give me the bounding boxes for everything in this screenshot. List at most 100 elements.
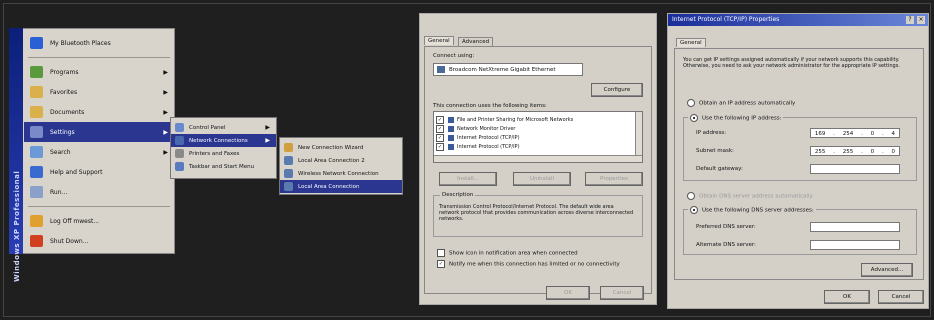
network-adapter-icon xyxy=(284,156,293,165)
component-item[interactable]: ✓ Network Monitor Driver xyxy=(436,124,640,133)
auto-dns-radio[interactable] xyxy=(687,192,695,200)
settings-menu-item[interactable]: Taskbar and Start Menu xyxy=(171,160,276,173)
ip-octet: 254 xyxy=(842,131,854,137)
preferred-dns-field[interactable] xyxy=(810,222,900,232)
auto-ip-option[interactable]: Obtain an IP address automatically xyxy=(687,99,795,107)
start-menu-item[interactable]: Shut Down... xyxy=(24,231,174,251)
properties-button[interactable]: Properties xyxy=(585,172,643,186)
submenu-arrow-icon: ▶ xyxy=(163,68,168,76)
start-menu-item[interactable]: My Bluetooth Places xyxy=(24,33,174,53)
auto-ip-label: Obtain an IP address automatically xyxy=(699,100,796,107)
tab-general[interactable]: General xyxy=(676,38,706,47)
network-adapter-icon xyxy=(284,182,293,191)
submenu-item-label: Taskbar and Start Menu xyxy=(189,163,255,170)
network-menu-item[interactable]: New Connection Wizard xyxy=(280,141,402,154)
search-icon xyxy=(30,146,43,158)
component-item[interactable]: ✓ Internet Protocol (TCP/IP) xyxy=(436,133,640,142)
show-icon-checkbox[interactable] xyxy=(437,249,445,257)
tab-general[interactable]: General xyxy=(424,36,454,45)
menu-separator xyxy=(28,206,170,207)
start-menu-item[interactable]: Programs ▶ xyxy=(24,62,174,82)
items-label: This connection uses the following items… xyxy=(433,103,547,109)
start-menu-item[interactable]: Settings ▶ xyxy=(24,122,174,142)
start-menu-item-label: Run... xyxy=(50,188,68,196)
favorites-folder-icon xyxy=(30,86,43,98)
start-menu-item-label: Shut Down... xyxy=(50,237,89,245)
settings-menu-item[interactable]: Control Panel ▶ xyxy=(171,121,276,134)
configure-button[interactable]: Configure xyxy=(591,83,643,97)
wireless-icon xyxy=(284,169,293,178)
connect-using-label: Connect using: xyxy=(433,53,475,59)
network-menu-item[interactable]: Local Area Connection xyxy=(280,180,402,193)
component-item[interactable]: ✓ Internet Protocol (TCP/IP) xyxy=(436,142,640,151)
tcpip-cancel-button[interactable]: Cancel xyxy=(878,290,924,304)
show-icon-label: Show icon in notification area when conn… xyxy=(449,250,578,257)
lan-cancel-button[interactable]: Cancel xyxy=(600,286,644,300)
ip-octet: 4 xyxy=(891,131,896,137)
auto-dns-option[interactable]: Obtain DNS server address automatically xyxy=(687,192,813,200)
start-menu-item[interactable]: Run... xyxy=(24,182,174,202)
notify-label: Notify me when this connection has limit… xyxy=(449,261,620,268)
start-menu: My Bluetooth Places Programs ▶ Favorites ▶ Do… xyxy=(9,28,175,254)
install-button[interactable]: Install... xyxy=(439,172,497,186)
tcpip-title: Internet Protocol (TCP/IP) Properties xyxy=(672,16,780,23)
settings-icon xyxy=(30,126,43,138)
component-item[interactable]: ✓ File and Printer Sharing for Microsoft … xyxy=(436,115,640,124)
components-h-scrollbar[interactable] xyxy=(434,155,642,162)
start-menu-item[interactable]: Favorites ▶ xyxy=(24,82,174,102)
components-scrollbar[interactable] xyxy=(635,112,642,156)
use-ip-option[interactable]: Use the following IP address: xyxy=(688,114,784,122)
submenu-item-label: Printers and Faxes xyxy=(189,150,240,157)
subnet-mask-field[interactable]: 255. 255. 0. 0 xyxy=(810,146,900,156)
adapter-field: Broadcom NetXtreme Gigabit Ethernet xyxy=(433,63,583,76)
component-checkbox[interactable]: ✓ xyxy=(436,133,444,142)
component-checkbox[interactable]: ✓ xyxy=(436,142,444,151)
submenu-arrow-icon: ▶ xyxy=(163,148,168,156)
submenu-item-label: Local Area Connection 2 xyxy=(298,157,365,164)
show-icon-option[interactable]: Show icon in notification area when conn… xyxy=(437,249,578,257)
tcpip-ok-button[interactable]: OK xyxy=(824,290,870,304)
use-dns-radio[interactable] xyxy=(690,206,698,214)
notify-checkbox[interactable]: ✓ xyxy=(437,260,445,268)
auto-ip-radio[interactable] xyxy=(687,99,695,107)
settings-menu-item[interactable]: Network Connections ▶ xyxy=(171,134,276,147)
start-menu-item[interactable]: Log Off mwest... xyxy=(24,211,174,231)
notify-option[interactable]: ✓ Notify me when this connection has limi… xyxy=(437,260,620,268)
start-menu-item[interactable]: Documents ▶ xyxy=(24,102,174,122)
network-menu-item[interactable]: Local Area Connection 2 xyxy=(280,154,402,167)
subnet-octet: 255 xyxy=(814,149,826,155)
use-ip-radio[interactable] xyxy=(690,114,698,122)
control-panel-icon xyxy=(175,123,184,132)
component-checkbox[interactable]: ✓ xyxy=(436,115,444,124)
adapter-icon xyxy=(437,66,445,73)
ip-address-field[interactable]: 169. 254. 0. 4 xyxy=(810,128,900,138)
use-dns-option[interactable]: Use the following DNS server addresses: xyxy=(688,206,816,214)
advanced-button[interactable]: Advanced... xyxy=(861,263,913,277)
uninstall-button[interactable]: Uninstall xyxy=(513,172,571,186)
submenu-item-label: Local Area Connection xyxy=(298,183,360,190)
description-title: Description xyxy=(440,192,476,198)
subnet-mask-label: Subnet mask: xyxy=(696,148,734,154)
close-icon[interactable]: × xyxy=(917,16,925,24)
submenu-item-label: New Connection Wizard xyxy=(298,144,364,151)
components-list[interactable]: ✓ File and Printer Sharing for Microsoft … xyxy=(433,111,643,163)
lan-ok-button[interactable]: OK xyxy=(546,286,590,300)
component-label: File and Printer Sharing for Microsoft N… xyxy=(457,116,574,123)
settings-menu-item[interactable]: Printers and Faxes xyxy=(171,147,276,160)
start-menu-item[interactable]: Search ▶ xyxy=(24,142,174,162)
network-menu-item[interactable]: Wireless Network Connection xyxy=(280,167,402,180)
description-text: Transmission Control Protocol/Internet P… xyxy=(439,204,634,222)
submenu-arrow-icon: ▶ xyxy=(163,128,168,136)
help-icon[interactable]: ? xyxy=(906,16,914,24)
ip-octet: 169 xyxy=(814,131,826,137)
run-icon xyxy=(30,186,43,198)
start-menu-item[interactable]: Help and Support xyxy=(24,162,174,182)
gateway-field[interactable] xyxy=(810,164,900,174)
component-checkbox[interactable]: ✓ xyxy=(436,124,444,133)
submenu-arrow-icon: ▶ xyxy=(163,88,168,96)
wizard-icon xyxy=(284,143,293,152)
component-icon xyxy=(448,134,454,141)
tab-advanced[interactable]: Advanced xyxy=(458,37,494,46)
ip-octet: 0 xyxy=(870,131,875,137)
alternate-dns-field[interactable] xyxy=(810,240,900,250)
